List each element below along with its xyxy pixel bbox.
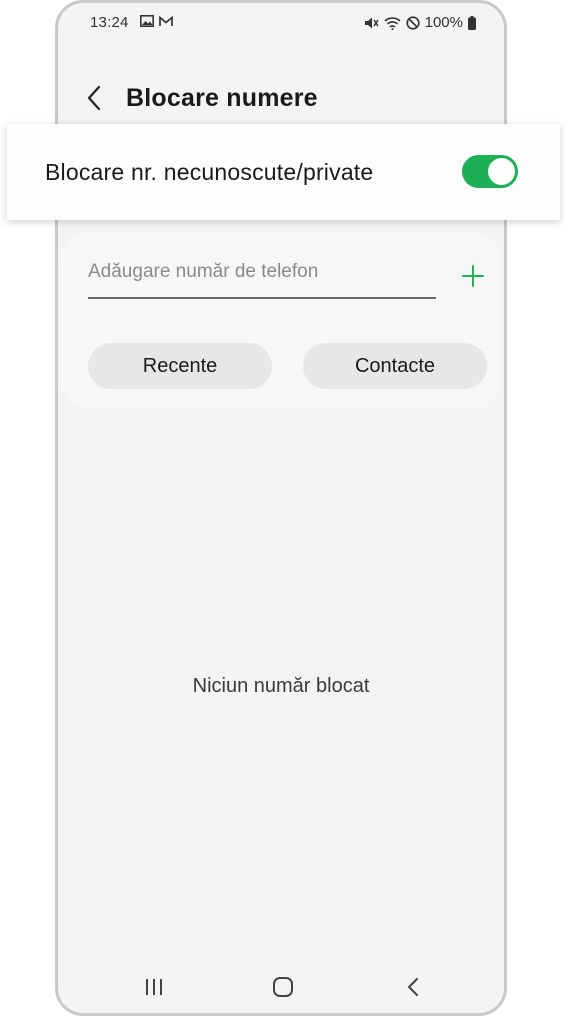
status-bar: 13:24 100% (58, 3, 504, 43)
battery-percent: 100% (424, 14, 463, 31)
recents-button[interactable] (144, 977, 164, 997)
plus-icon (462, 265, 484, 287)
nav-back-button[interactable] (402, 976, 424, 998)
phone-number-input[interactable] (88, 253, 436, 291)
back-icon (408, 978, 418, 996)
recents-icon (146, 979, 162, 995)
home-icon (273, 977, 293, 997)
gmail-icon (159, 15, 173, 26)
contacts-button[interactable]: Contacte (303, 343, 487, 389)
status-left-icons (140, 15, 173, 27)
app-header: Blocare numere (58, 73, 504, 123)
home-button[interactable] (272, 976, 294, 998)
add-number-card: Recente Contacte (62, 233, 502, 408)
page: 13:24 100% Blocare numere Adăugare număr… (0, 0, 568, 1020)
wifi-icon (384, 16, 401, 30)
recent-button[interactable]: Recente (88, 343, 272, 389)
block-unknown-toggle[interactable] (462, 155, 518, 188)
block-unknown-card: Blocare nr. necunoscute/private (7, 124, 560, 220)
image-icon (140, 15, 154, 27)
back-button[interactable] (80, 83, 110, 113)
navigation-bar (58, 973, 504, 1003)
chevron-left-icon (87, 85, 101, 111)
mute-icon (364, 17, 379, 28)
add-number-button[interactable] (460, 263, 486, 289)
dnd-icon (406, 15, 420, 30)
toggle-knob (488, 158, 515, 185)
page-title: Blocare numere (126, 84, 318, 112)
status-right: 100% (364, 14, 476, 31)
empty-state-message: Niciun număr blocat (192, 675, 370, 697)
status-time: 13:24 (90, 14, 129, 31)
battery-icon (468, 15, 476, 30)
phone-input-wrap (88, 253, 436, 299)
block-unknown-label: Blocare nr. necunoscute/private (45, 159, 374, 185)
